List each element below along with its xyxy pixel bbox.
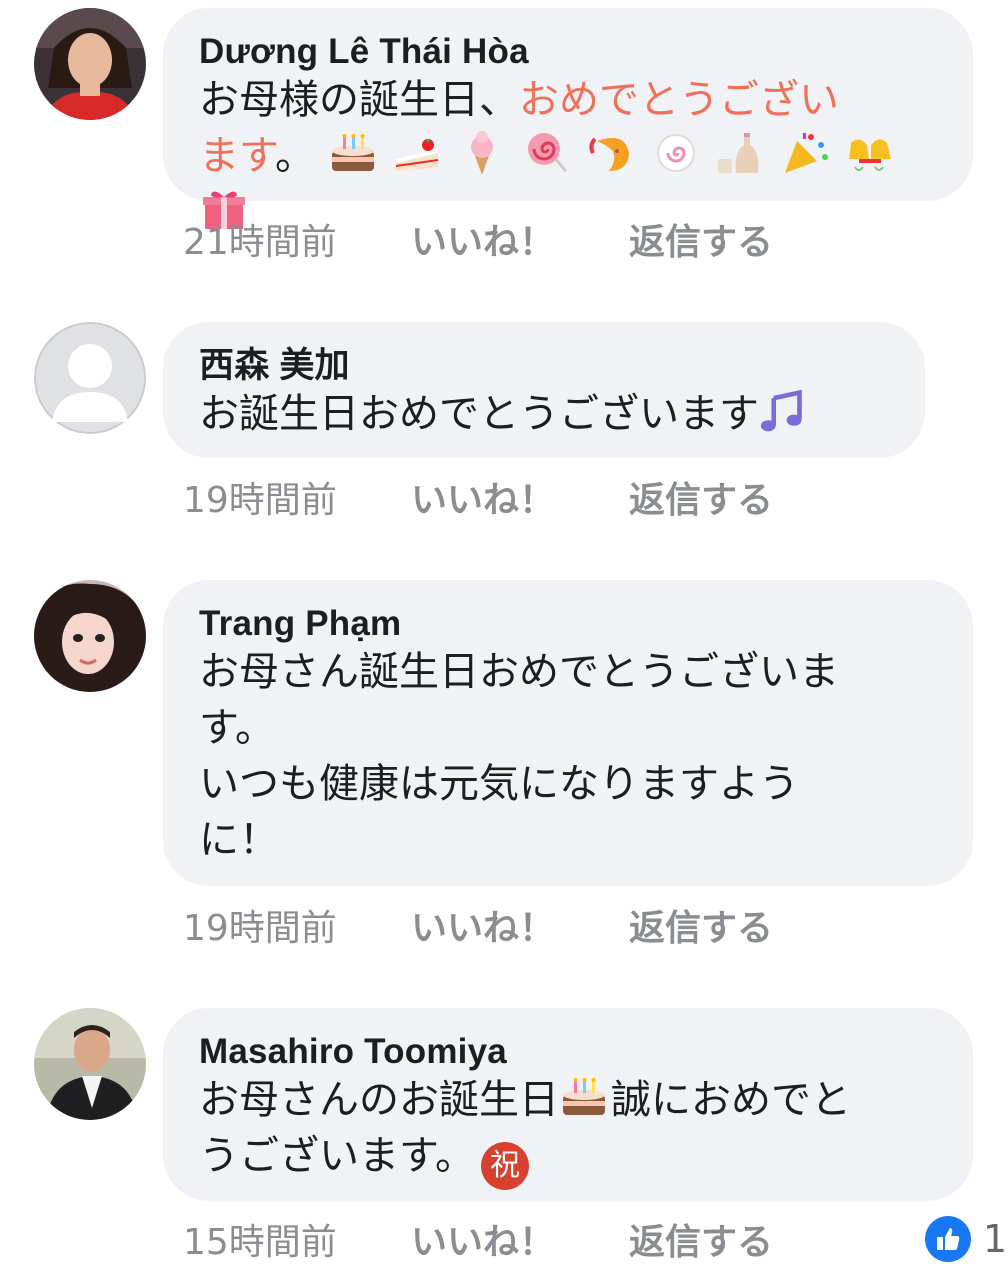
comment-text-b: 誠におめでと (611, 1077, 851, 1123)
comment-bubble: Dương Lê Thái Hòa お母様の誕生日、おめでとうござい ます。 (163, 8, 973, 229)
comment-line: す。 (199, 705, 275, 751)
reaction-count: 1 (982, 1217, 1007, 1261)
cake-icon (563, 1078, 605, 1115)
bells-icon (849, 139, 892, 171)
comment-actions: 19時間前 いいね！ 返信する (183, 900, 773, 950)
reply-button[interactable]: 返信する (629, 213, 773, 265)
celebration-badge-icon: 祝 (481, 1142, 529, 1190)
reply-button[interactable]: 返信する (629, 899, 773, 951)
comment-author[interactable]: 西森 美加 (199, 346, 889, 386)
like-button[interactable]: いいね！ (411, 1213, 629, 1265)
avatar[interactable] (34, 1008, 146, 1120)
comment-text-end: 。 (275, 133, 315, 179)
reaction-summary[interactable]: 1 (924, 1216, 1007, 1262)
fishcake-icon (657, 134, 696, 172)
comment-author[interactable]: Masahiro Toomiya (199, 1032, 937, 1072)
avatar[interactable] (34, 322, 146, 434)
comment-timestamp[interactable]: 19時間前 (183, 471, 411, 523)
comment-timestamp[interactable]: 19時間前 (183, 899, 411, 951)
comment-bubble: Masahiro Toomiya お母さんのお誕生日 誠におめでと うございます。… (163, 1008, 973, 1201)
like-button[interactable]: いいね！ (411, 899, 629, 951)
comment-timestamp[interactable]: 15時間前 (183, 1213, 411, 1265)
comment-line: に！ (199, 817, 279, 863)
cake-icon (331, 134, 374, 171)
comment-text-content: お誕生日おめでとうございます (199, 391, 759, 437)
comment-author[interactable]: Trang Phạm (199, 604, 937, 644)
comment-text-highlight: ます (199, 133, 275, 179)
comment-actions: 21時間前 いいね！ 返信する (183, 214, 773, 264)
comment-line: お母さん誕生日おめでとうございま (199, 649, 839, 695)
shrimp-icon (589, 137, 629, 171)
comment-text: お母さん誕生日おめでとうございま す。 いつも健康は元気になりますよう に！ (199, 644, 937, 868)
comment-text: お誕生日おめでとうございます (199, 386, 889, 442)
comment-author[interactable]: Dương Lê Thái Hòa (199, 32, 937, 72)
comment-actions: 15時間前 いいね！ 返信する 1 (183, 1213, 1007, 1265)
reply-button[interactable]: 返信する (629, 471, 773, 523)
comment-bubble: Trang Phạm お母さん誕生日おめでとうございま す。 いつも健康は元気に… (163, 580, 973, 886)
party-popper-icon (784, 133, 828, 173)
comment-text: お母さんのお誕生日 誠におめでと うございます。祝 (199, 1072, 937, 1190)
comment-text-c: うございます。 (199, 1133, 475, 1179)
comment-actions: 19時間前 いいね！ 返信する (183, 472, 773, 522)
comment-text-plain: お母様の誕生日、 (199, 77, 519, 123)
avatar[interactable] (34, 8, 146, 120)
music-note-icon (760, 389, 802, 432)
comment-timestamp[interactable]: 21時間前 (183, 213, 411, 265)
shortcake-icon (396, 139, 439, 171)
lollipop-icon (527, 133, 568, 173)
comment-text-highlight: おめでとうござい (519, 77, 839, 123)
avatar[interactable] (34, 580, 146, 692)
like-button[interactable]: いいね！ (411, 471, 629, 523)
comment-text-a: お母さんのお誕生日 (199, 1077, 559, 1123)
ice-cream-icon (471, 131, 494, 175)
comment-line: いつも健康は元気になりますよう (199, 761, 799, 807)
comment-bubble: 西森 美加 お誕生日おめでとうございます (163, 322, 925, 458)
sake-icon (718, 133, 759, 173)
like-button[interactable]: いいね！ (411, 213, 629, 265)
reply-button[interactable]: 返信する (629, 1213, 773, 1265)
thumbs-up-icon (924, 1216, 971, 1262)
